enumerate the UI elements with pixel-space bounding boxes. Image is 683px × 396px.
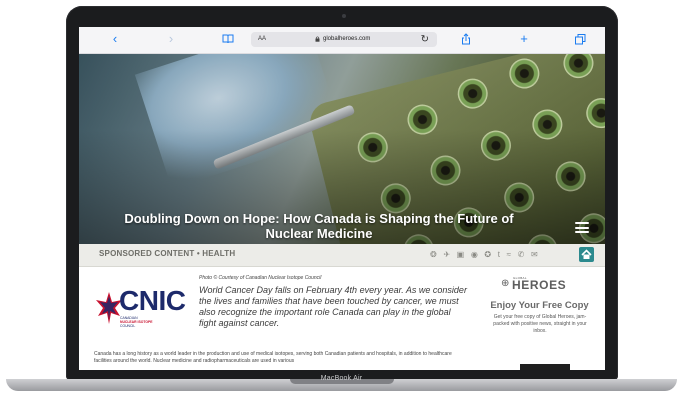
- article-content: CNIC CANADIAN NUCLEAR ISOTOPE COUNCIL Ph…: [79, 267, 605, 370]
- chevron-right-icon[interactable]: ›: [162, 31, 180, 47]
- cnic-subtitle-line3: COUNCIL: [120, 324, 136, 328]
- ad-description: Get your free copy of Global Heroes, jam…: [493, 314, 587, 334]
- lock-icon: [315, 36, 320, 42]
- newsletter-ad[interactable]: ⊕ GLOBAL HEROES Enjoy Your Free Copy Get…: [474, 267, 605, 370]
- article-body: Canada has a long history as a world lea…: [94, 351, 452, 364]
- category-bar: SPONSORED CONTENT • HEALTH ❂ ✈ ▣ ◉ ✪ t ≈…: [79, 244, 605, 267]
- hamburger-menu-icon[interactable]: [575, 222, 589, 233]
- home-icon[interactable]: [579, 247, 594, 262]
- cnic-wordmark: CNIC: [119, 285, 186, 316]
- text-size-button[interactable]: AA: [258, 33, 266, 46]
- webcam: [342, 14, 346, 18]
- device-label: MacBook Air: [320, 375, 363, 382]
- reload-icon[interactable]: ↻: [421, 32, 429, 47]
- chevron-left-icon[interactable]: ‹: [106, 31, 124, 47]
- brand-large: HEROES: [512, 278, 567, 292]
- cnic-subtitle: CANADIAN NUCLEAR ISOTOPE COUNCIL: [120, 316, 153, 328]
- tabs-icon[interactable]: [571, 31, 589, 47]
- url-text: globalheroes.com: [323, 36, 371, 42]
- article-title: Doubling Down on Hope: How Canada is Sha…: [124, 211, 514, 241]
- hero-image: Doubling Down on Hope: How Canada is Sha…: [79, 54, 605, 244]
- photo-credit: Photo © Courtesy of Canadian Nuclear Iso…: [199, 275, 322, 281]
- global-heroes-logo-mark: ⊕: [501, 278, 510, 289]
- address-bar[interactable]: AA globalheroes.com ↻: [251, 32, 437, 47]
- book-icon[interactable]: [219, 31, 237, 47]
- category-label[interactable]: SPONSORED CONTENT • HEALTH: [99, 249, 235, 258]
- social-share-icons[interactable]: ❂ ✈ ▣ ◉ ✪ t ≈ ✆ ✉: [430, 250, 540, 259]
- browser-screen: ‹ › AA globalheroes.com ↻ + Doubling Dow…: [79, 27, 605, 370]
- article-lead: World Cancer Day falls on February 4th e…: [199, 285, 467, 328]
- browser-toolbar: ‹ › AA globalheroes.com ↻ +: [79, 27, 605, 54]
- ad-heading: Enjoy Your Free Copy: [490, 300, 589, 311]
- plus-icon[interactable]: +: [515, 31, 533, 47]
- subscribe-button[interactable]: [520, 364, 570, 370]
- share-icon[interactable]: [457, 31, 475, 47]
